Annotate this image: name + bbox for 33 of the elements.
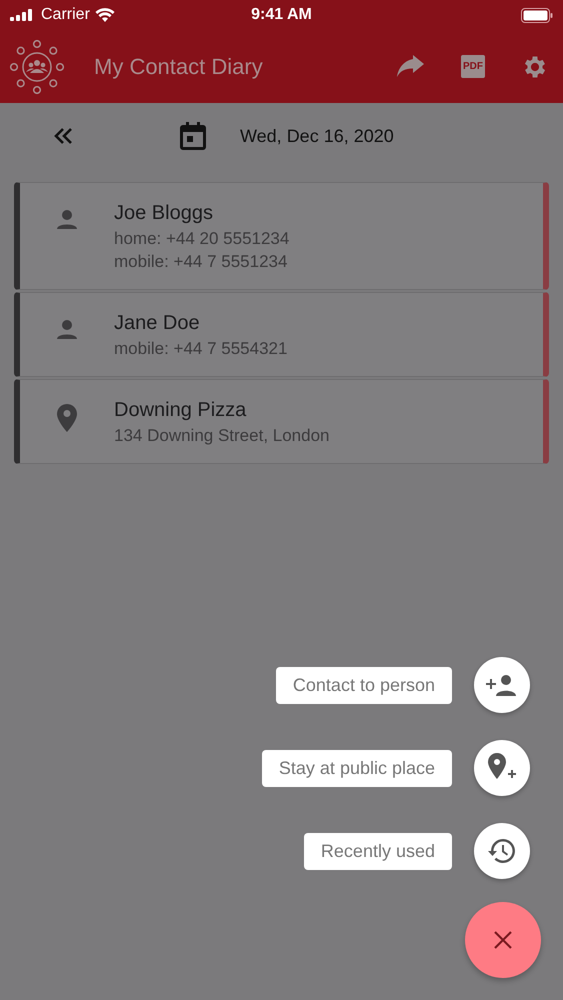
entry-detail: mobile: +44 7 5551234 (114, 251, 288, 273)
calendar-icon[interactable] (180, 122, 206, 150)
entry-card[interactable]: Jane Doe mobile: +44 7 5554321 (14, 292, 549, 377)
action-label[interactable]: Contact to person (276, 666, 452, 704)
entry-name: Jane Doe (114, 311, 201, 336)
double-chevron-left-icon[interactable] (54, 128, 74, 144)
add-person-icon (486, 674, 518, 696)
entry-detail: mobile: +44 7 5554321 (114, 338, 288, 360)
app-title: My Contact Diary (94, 54, 264, 80)
carrier-label: Carrier (41, 6, 90, 24)
entry-card[interactable]: Downing Pizza 134 Downing Street, London (14, 379, 549, 464)
status-time: 9:41 AM (251, 6, 312, 24)
entry-detail: 134 Downing Street, London (114, 425, 330, 447)
person-icon (55, 207, 79, 231)
close-icon (493, 930, 513, 950)
share-icon[interactable] (397, 54, 425, 78)
pdf-button[interactable]: PDF (461, 55, 485, 78)
location-pin-icon (57, 404, 77, 432)
entry-detail: home: +44 20 5551234 (114, 228, 290, 250)
action-label[interactable]: Stay at public place (262, 750, 452, 786)
wifi-icon (94, 8, 115, 22)
action-button[interactable] (474, 740, 530, 796)
person-icon (55, 317, 79, 341)
date-label[interactable]: Wed, Dec 16, 2020 (240, 126, 394, 146)
app-logo-icon (10, 40, 64, 94)
entry-name: Downing Pizza (114, 398, 248, 423)
action-button[interactable] (474, 657, 530, 713)
action-label[interactable]: Recently used (304, 832, 452, 870)
entry-name: Joe Bloggs (114, 201, 214, 226)
history-icon (488, 838, 516, 864)
entry-card[interactable]: Joe Bloggs home: +44 20 5551234 mobile: +44 7 5551234 (14, 182, 549, 290)
action-button[interactable] (474, 823, 530, 879)
battery-icon (520, 8, 553, 22)
